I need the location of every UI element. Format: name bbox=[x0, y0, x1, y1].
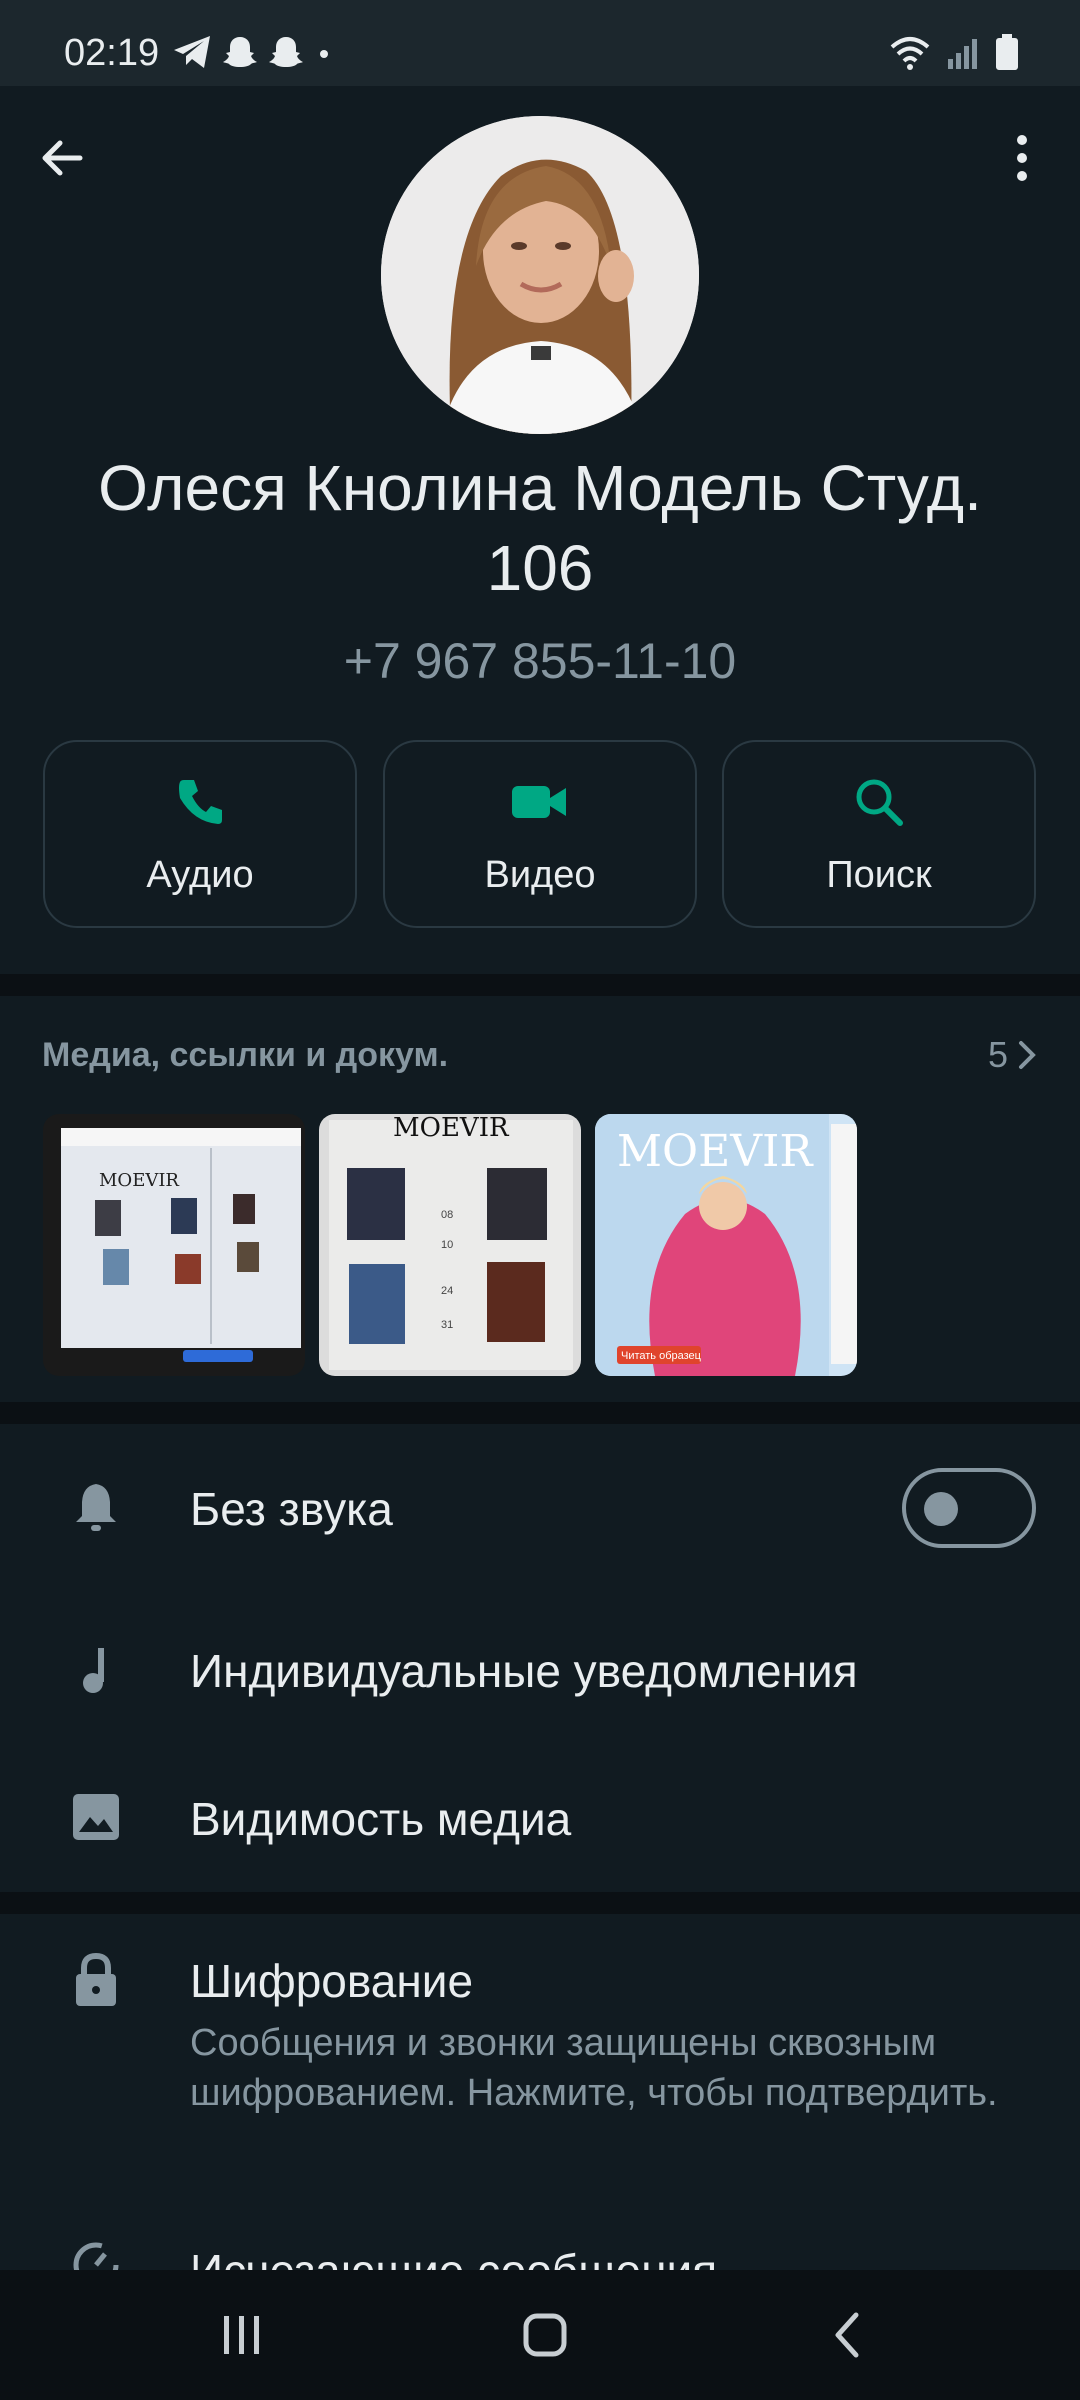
media-section-title[interactable]: Медиа, ссылки и докум. bbox=[42, 1036, 448, 1075]
search-button[interactable]: Поиск bbox=[722, 740, 1036, 928]
timer-icon bbox=[73, 2242, 119, 2270]
contact-name-line-2: 106 bbox=[486, 532, 594, 604]
disappearing-messages-row[interactable]: Исчезающие сообщения bbox=[0, 2214, 1080, 2270]
mute-label: Без звука bbox=[190, 1483, 393, 1535]
dot-icon bbox=[314, 34, 334, 75]
status-left-icons bbox=[172, 34, 334, 75]
encryption-description: Сообщения и звонки защищены сквозным шиф… bbox=[190, 2022, 998, 2114]
snapchat-icon bbox=[268, 34, 304, 75]
svg-text:24: 24 bbox=[441, 1285, 453, 1297]
section-divider bbox=[0, 1892, 1080, 1914]
media-thumbnail-caption: MOEVIR bbox=[617, 1126, 814, 1177]
arrow-left-icon bbox=[42, 140, 83, 176]
mute-toggle[interactable] bbox=[902, 1468, 1036, 1548]
bell-icon bbox=[76, 1484, 116, 1531]
toggle-knob bbox=[924, 1492, 958, 1526]
video-camera-icon bbox=[512, 786, 566, 818]
svg-text:10: 10 bbox=[441, 1239, 453, 1251]
audio-call-button[interactable]: Аудио bbox=[43, 740, 357, 928]
more-vertical-icon bbox=[1017, 135, 1027, 181]
status-time: 02:19 bbox=[64, 32, 160, 74]
contact-name: Олеся Кнолина Модель Студ. 106 bbox=[40, 448, 1040, 608]
video-call-label: Видео bbox=[484, 854, 596, 896]
custom-notifications-label: Индивидуальные уведомления bbox=[190, 1645, 858, 1697]
media-thumbnail[interactable]: MOEVIR bbox=[43, 1114, 305, 1376]
snapchat-icon bbox=[222, 34, 258, 75]
lock-icon bbox=[76, 1952, 116, 2006]
contact-avatar[interactable] bbox=[381, 116, 699, 434]
svg-text:08: 08 bbox=[441, 1209, 453, 1221]
recents-button[interactable] bbox=[202, 2300, 282, 2370]
svg-text:31: 31 bbox=[441, 1319, 453, 1331]
media-thumbnail-caption: MOEVIR bbox=[393, 1114, 510, 1143]
contact-phone: +7 967 855-11-10 bbox=[343, 633, 737, 689]
section-divider bbox=[0, 974, 1080, 996]
video-call-button[interactable]: Видео bbox=[383, 740, 697, 928]
search-label: Поиск bbox=[826, 854, 932, 896]
system-navigation-bar bbox=[0, 2270, 1080, 2400]
disappearing-messages-label: Исчезающие сообщения bbox=[190, 2244, 717, 2270]
media-thumbnail[interactable]: MOEVIR Читать образец bbox=[595, 1114, 857, 1376]
media-count: 5 bbox=[987, 1034, 1008, 1075]
image-icon bbox=[73, 1794, 119, 1840]
back-button[interactable] bbox=[22, 118, 102, 198]
contact-name-line-1: Олеся Кнолина Модель Студ. bbox=[98, 452, 982, 524]
signal-icon bbox=[946, 35, 980, 76]
media-count-link[interactable]: 5 bbox=[988, 1034, 1038, 1076]
media-thumbnail-caption: MOEVIR bbox=[99, 1170, 179, 1191]
status-right-icons bbox=[888, 34, 1020, 77]
media-visibility-label: Видимость медиа bbox=[190, 1793, 572, 1845]
telegram-icon bbox=[172, 34, 212, 75]
more-options-button[interactable] bbox=[982, 118, 1062, 198]
audio-call-label: Аудио bbox=[146, 854, 254, 896]
phone-icon bbox=[179, 780, 222, 824]
media-visibility-row[interactable]: Видимость медиа bbox=[0, 1742, 1080, 1892]
back-icon bbox=[835, 2312, 859, 2358]
system-back-button[interactable] bbox=[808, 2300, 888, 2370]
encryption-row[interactable]: Шифрование Сообщения и звонки защищены с… bbox=[0, 1914, 1080, 2184]
search-icon bbox=[856, 779, 903, 826]
recents-icon bbox=[224, 2316, 259, 2354]
home-icon bbox=[523, 2313, 567, 2357]
wifi-icon bbox=[888, 35, 932, 76]
encryption-label: Шифрование bbox=[190, 1955, 474, 2007]
status-bar: 02:19 bbox=[0, 0, 1080, 86]
custom-notifications-row[interactable]: Индивидуальные уведомления bbox=[0, 1592, 1080, 1742]
chevron-right-icon bbox=[1019, 1041, 1036, 1069]
media-thumbnail-badge: Читать образец bbox=[621, 1350, 702, 1362]
section-divider bbox=[0, 1402, 1080, 1424]
battery-icon bbox=[994, 34, 1020, 77]
music-note-icon bbox=[83, 1648, 104, 1693]
home-button[interactable] bbox=[505, 2300, 585, 2370]
media-thumbnail[interactable]: MOEVIR 08 10 24 31 bbox=[319, 1114, 581, 1376]
